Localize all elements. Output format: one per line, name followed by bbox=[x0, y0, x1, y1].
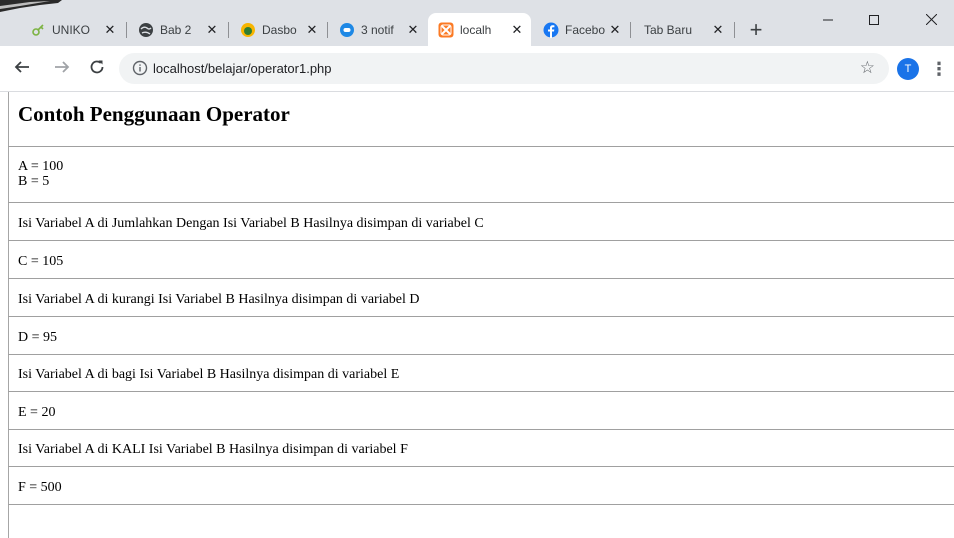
tab-uniko[interactable]: UNIKO ✕ bbox=[20, 13, 124, 46]
divider bbox=[8, 391, 954, 392]
arrow-right-icon bbox=[55, 61, 70, 73]
xampp-icon bbox=[438, 22, 454, 38]
arrow-left-icon bbox=[14, 61, 29, 73]
tab-title: Facebo bbox=[565, 22, 606, 37]
address-bar[interactable]: localhost/belajar/operator1.php ☆ bbox=[119, 53, 889, 84]
divider bbox=[8, 316, 954, 317]
reload-icon bbox=[90, 60, 104, 74]
close-tab-icon[interactable]: ✕ bbox=[304, 22, 320, 38]
sub-description: Isi Variabel A di kurangi Isi Variabel B… bbox=[18, 292, 420, 307]
minimize-icon bbox=[823, 19, 833, 21]
div-result: E = 20 bbox=[18, 405, 56, 420]
tab-facebook[interactable]: Facebo ✕ bbox=[533, 13, 629, 46]
divider bbox=[8, 429, 954, 430]
reload-button[interactable] bbox=[85, 57, 109, 81]
variable-a: A = 100 bbox=[18, 159, 64, 174]
profile-avatar[interactable]: T bbox=[897, 58, 919, 80]
mul-description: Isi Variabel A di KALI Isi Variabel B Ha… bbox=[18, 442, 408, 457]
divider bbox=[8, 240, 954, 241]
tab-localhost[interactable]: localh ✕ bbox=[428, 13, 531, 46]
maximize-icon bbox=[869, 15, 879, 25]
more-options-icon[interactable]: ⋮ bbox=[930, 57, 948, 81]
close-tab-icon[interactable]: ✕ bbox=[102, 22, 118, 38]
divider bbox=[8, 504, 954, 505]
tab-divider bbox=[734, 22, 735, 38]
div-description: Isi Variabel A di bagi Isi Variabel B Ha… bbox=[18, 367, 400, 382]
close-window-button[interactable] bbox=[908, 0, 954, 40]
tab-dasbo[interactable]: Dasbo ✕ bbox=[230, 13, 326, 46]
tab-divider bbox=[327, 22, 328, 38]
divider bbox=[8, 202, 954, 203]
close-tab-icon[interactable]: ✕ bbox=[204, 22, 220, 38]
tab-divider bbox=[228, 22, 229, 38]
forward-button[interactable] bbox=[50, 57, 74, 81]
tab-title: 3 notif bbox=[361, 22, 394, 37]
tab-title: Bab 2 bbox=[160, 22, 192, 37]
globe-icon bbox=[138, 22, 154, 38]
sub-result: D = 95 bbox=[18, 330, 58, 345]
close-icon bbox=[925, 13, 937, 26]
messenger-icon bbox=[339, 22, 355, 38]
browser-titlebar: UNIKO ✕ Bab 2 ✕ Dasbo ✕ 3 notif ✕ localh… bbox=[0, 0, 954, 46]
tab-divider bbox=[630, 22, 631, 38]
tab-title: localh bbox=[460, 22, 492, 37]
minimize-button[interactable] bbox=[805, 0, 851, 40]
sum-description: Isi Variabel A di Jumlahkan Dengan Isi V… bbox=[18, 216, 484, 231]
maximize-button[interactable] bbox=[851, 0, 897, 40]
mul-result: F = 500 bbox=[18, 480, 62, 495]
url-text[interactable]: localhost/belajar/operator1.php bbox=[153, 60, 332, 77]
new-tab-button[interactable]: + bbox=[743, 18, 769, 44]
back-button[interactable] bbox=[10, 57, 34, 81]
key-icon bbox=[30, 22, 46, 38]
divider bbox=[8, 146, 954, 147]
divider bbox=[8, 466, 954, 467]
tab-title: Tab Baru bbox=[644, 22, 693, 37]
variable-b: B = 5 bbox=[18, 174, 50, 189]
tab-title: UNIKO bbox=[52, 22, 91, 37]
close-tab-icon[interactable]: ✕ bbox=[405, 22, 421, 38]
divider bbox=[8, 278, 954, 279]
page-content: Contoh Penggunaan Operator A = 100 B = 5… bbox=[8, 92, 954, 538]
bookmark-star-icon[interactable]: ☆ bbox=[860, 58, 875, 78]
moodle-icon bbox=[240, 22, 256, 38]
close-tab-icon[interactable]: ✕ bbox=[710, 22, 726, 38]
desktop-corner-art bbox=[0, 0, 62, 12]
tab-divider bbox=[126, 22, 127, 38]
tab-title: Dasbo bbox=[262, 22, 297, 37]
tab-new-tab[interactable]: Tab Baru ✕ bbox=[632, 13, 732, 46]
close-tab-icon[interactable]: ✕ bbox=[607, 22, 623, 38]
browser-toolbar: localhost/belajar/operator1.php ☆ T ⋮ bbox=[0, 46, 954, 92]
info-icon[interactable] bbox=[132, 60, 148, 76]
page-heading: Contoh Penggunaan Operator bbox=[18, 102, 290, 126]
tab-bab2[interactable]: Bab 2 ✕ bbox=[128, 13, 226, 46]
sum-result: C = 105 bbox=[18, 254, 64, 269]
close-tab-icon[interactable]: ✕ bbox=[509, 22, 525, 38]
facebook-icon bbox=[543, 22, 559, 38]
tab-notifications[interactable]: 3 notif ✕ bbox=[329, 13, 427, 46]
divider bbox=[8, 354, 954, 355]
